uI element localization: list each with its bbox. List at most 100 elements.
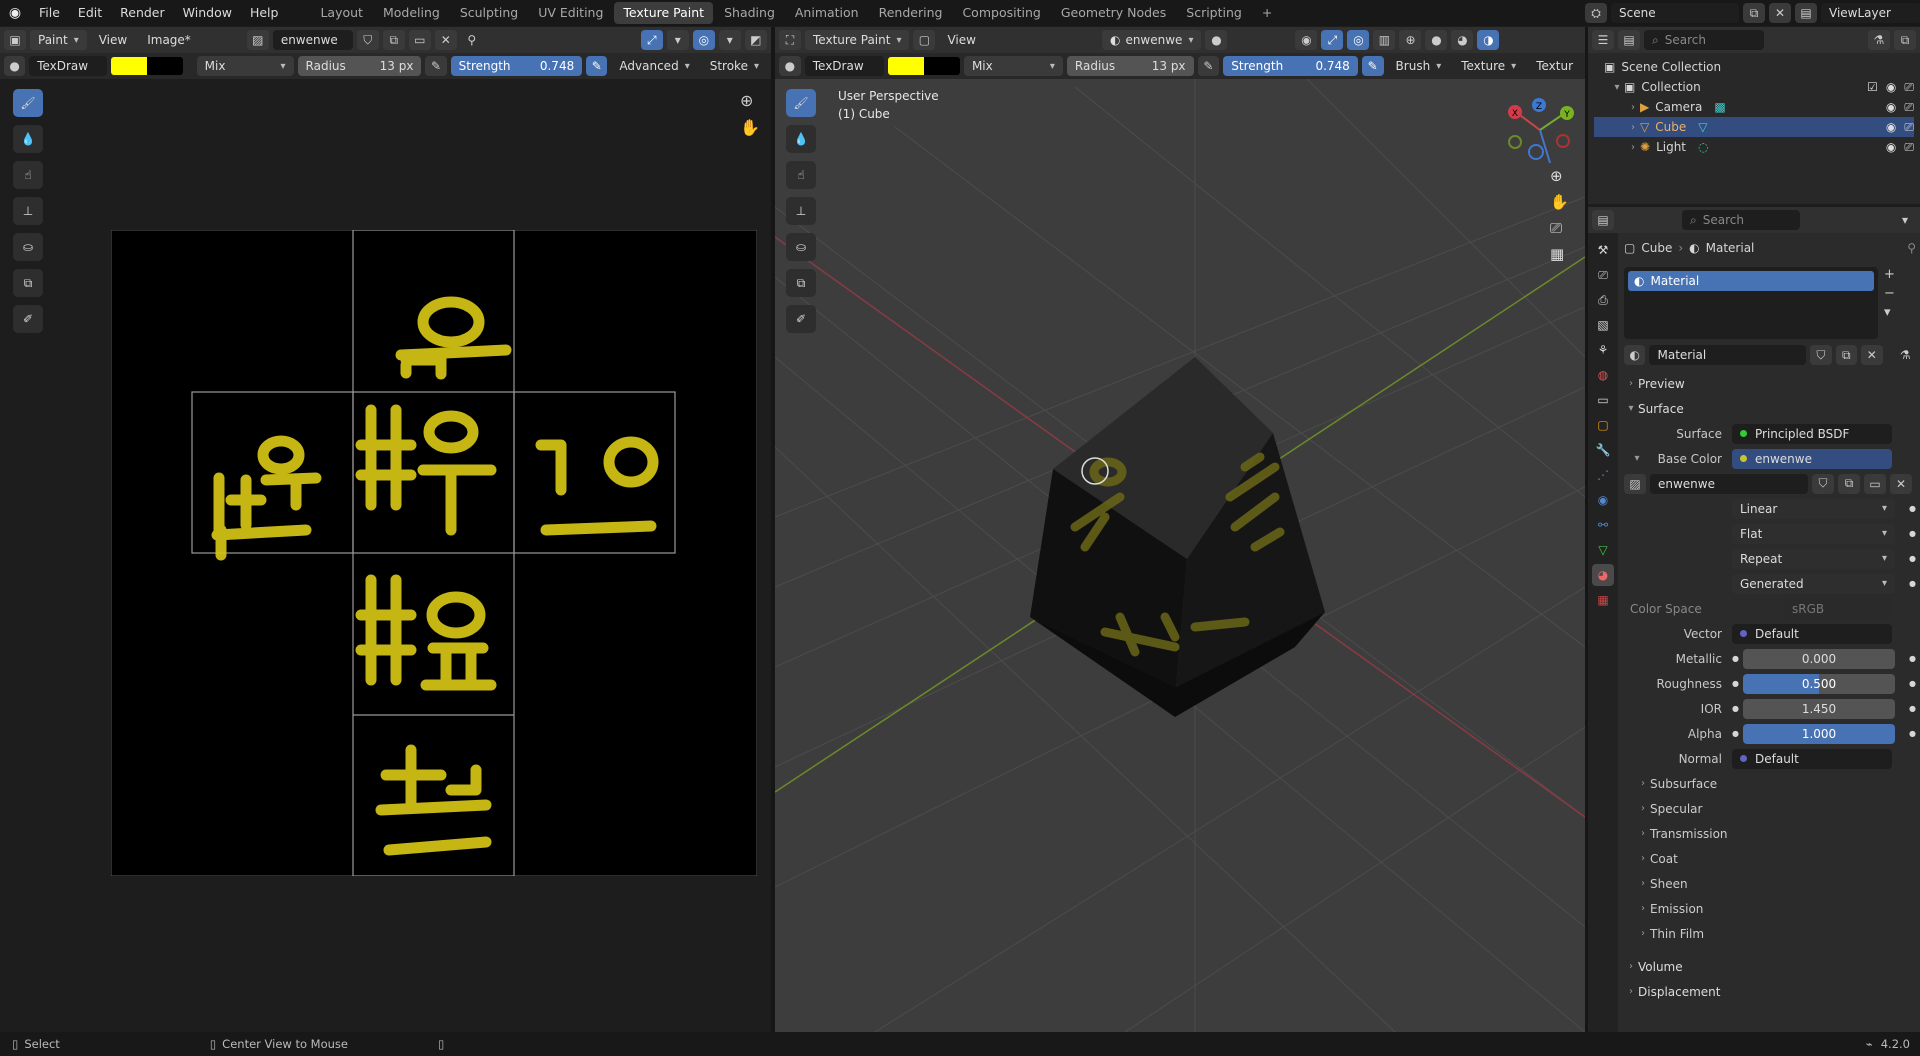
vp-zoom-icon[interactable]: ⊕ — [1550, 167, 1569, 185]
tab-animation[interactable]: Animation — [786, 2, 868, 24]
material-name-field[interactable]: Material — [1649, 345, 1807, 365]
vector-field[interactable]: Default — [1732, 623, 1892, 644]
viewport-overlay-icon[interactable]: ◎ — [1347, 30, 1370, 50]
keyframe-dot-icon[interactable]: ● — [1909, 529, 1916, 538]
pan-hand-icon[interactable]: ✋ — [740, 118, 760, 137]
viewport-image-dropdown[interactable]: ◐ enwenwe — [1101, 30, 1202, 50]
vp-mask-tool-icon[interactable]: ⧉ — [786, 269, 816, 297]
vp-ortho-grid-icon[interactable]: ▦ — [1550, 245, 1569, 263]
collapse-chevron-icon[interactable]: ▾ — [1610, 82, 1624, 93]
tab-compositing[interactable]: Compositing — [953, 2, 1049, 24]
material-copy-icon[interactable]: ⧉ — [1835, 345, 1858, 365]
cube-mesh[interactable] — [1030, 357, 1325, 717]
pin-icon[interactable]: ⚲ — [461, 30, 483, 50]
image-open-icon[interactable]: ▭ — [1864, 473, 1886, 494]
viewlayer-field[interactable]: ViewLayer — [1821, 3, 1920, 23]
eye-icon[interactable]: ◉ — [1886, 100, 1896, 115]
subpanel-transmission[interactable]: › Transmission — [1624, 821, 1916, 846]
strength-field[interactable]: Strength 0.748 — [450, 56, 583, 76]
radius-field[interactable]: Radius 13 px — [297, 56, 422, 76]
brush-dropdown[interactable]: Brush — [1388, 56, 1450, 76]
subpanel-specular[interactable]: › Specular — [1624, 796, 1916, 821]
constraints-tab-icon[interactable]: ⚯ — [1592, 514, 1614, 536]
stroke-dropdown[interactable]: Stroke — [702, 56, 767, 76]
annotate-tool-icon[interactable]: ✐ — [13, 305, 43, 333]
subpanel-coat[interactable]: › Coat — [1624, 846, 1916, 871]
tool-tab-icon[interactable]: ⚒ — [1592, 239, 1614, 261]
secondary-color-swatch[interactable] — [146, 57, 183, 75]
tab-rendering[interactable]: Rendering — [870, 2, 952, 24]
alpha-slider[interactable]: 1.000 — [1742, 723, 1896, 744]
render-camera-icon[interactable]: ⎚ — [1904, 100, 1914, 115]
keyframe-dot-icon[interactable]: ● — [1909, 554, 1916, 563]
render-camera-icon[interactable]: ⎚ — [1904, 140, 1914, 155]
tab-uv-editing[interactable]: UV Editing — [529, 2, 612, 24]
scene-field[interactable]: Scene — [1611, 3, 1739, 23]
image-browse-icon[interactable]: ▨ — [246, 30, 269, 50]
shading-wire-icon[interactable]: ⊕ — [1399, 30, 1422, 50]
menu-image[interactable]: Image* — [139, 30, 199, 50]
extension-dropdown[interactable]: Repeat — [1732, 548, 1896, 569]
view-layer-tab-icon[interactable]: ▧ — [1592, 314, 1614, 336]
shading-material-icon[interactable]: ◕ — [1451, 30, 1474, 50]
brush-settings-icon[interactable]: ● — [4, 56, 26, 76]
expand-chevron-icon[interactable]: › — [1626, 122, 1640, 133]
advanced-dropdown[interactable]: Advanced — [611, 56, 697, 76]
remove-slot-icon[interactable]: − — [1884, 286, 1895, 301]
scene-icon[interactable]: ⛭ — [1585, 3, 1607, 23]
outliner-item-light[interactable]: › ✺ Light ◌ ◉ ⎚ — [1594, 137, 1914, 157]
vp-camera-icon[interactable]: ⎚ — [1550, 219, 1569, 237]
particles-tab-icon[interactable]: ⋰ — [1592, 464, 1614, 486]
delete-scene-icon[interactable]: ✕ — [1769, 3, 1791, 23]
soften-tool-icon[interactable]: 💧 — [13, 125, 43, 153]
base-color-link-field[interactable]: enwenwe — [1732, 448, 1892, 469]
pin-icon[interactable]: ⚲ — [1907, 241, 1916, 255]
keyframe-dot-icon[interactable]: ● — [1909, 504, 1916, 513]
image-unlink-icon[interactable]: ✕ — [1890, 473, 1912, 494]
subpanel-sheen[interactable]: › Sheen — [1624, 871, 1916, 896]
add-workspace-button[interactable]: + — [1253, 2, 1281, 24]
viewport-brush-name-field[interactable]: TexDraw — [804, 56, 884, 76]
viewlayer-icon[interactable]: ▤ — [1795, 3, 1817, 23]
surface-shader-field[interactable]: Principled BSDF — [1732, 423, 1892, 444]
viewport-color-swatches[interactable] — [887, 57, 960, 75]
mask-tool-icon[interactable]: ⧉ — [13, 269, 43, 297]
material-filter-icon[interactable]: ⚗ — [1895, 345, 1916, 365]
collection-tab-icon[interactable]: ▭ — [1592, 389, 1614, 411]
menu-edit[interactable]: Edit — [69, 0, 111, 26]
fake-user-icon[interactable]: ⛉ — [356, 30, 379, 50]
vp-fill-tool-icon[interactable]: ⛀ — [786, 233, 816, 261]
viewport-brush-settings-icon[interactable]: ● — [779, 56, 801, 76]
expand-chevron-icon[interactable]: › — [1626, 142, 1640, 153]
open-image-icon[interactable]: ▭ — [408, 30, 431, 50]
output-tab-icon[interactable]: ⎙ — [1592, 289, 1614, 311]
brush-name-field[interactable]: TexDraw — [29, 56, 107, 76]
viewport-menu-view[interactable]: View — [939, 30, 983, 50]
3d-viewport[interactable]: ⛶ Texture Paint ▢ View ◐enwenwe ● ◉ ⤢ ◎ … — [775, 27, 1585, 1032]
outliner-item-camera[interactable]: › ▶ Camera ▩ ◉ ⎚ — [1594, 97, 1914, 117]
viewport-secondary-color-swatch[interactable] — [923, 57, 960, 75]
material-unlink-icon[interactable]: ✕ — [1861, 345, 1883, 365]
image-browse-icon[interactable]: ▨ — [1624, 473, 1646, 494]
add-slot-icon[interactable]: + — [1884, 267, 1895, 282]
menu-render[interactable]: Render — [111, 0, 174, 26]
navigation-gizmo[interactable]: X Z Y — [1505, 95, 1575, 170]
vp-annotate-tool-icon[interactable]: ✐ — [786, 305, 816, 333]
texture-tab-icon[interactable]: ▦ — [1592, 589, 1614, 611]
menu-view[interactable]: View — [91, 30, 135, 50]
vp-soften-tool-icon[interactable]: 💧 — [786, 125, 816, 153]
new-collection-icon[interactable]: ⧉ — [1894, 30, 1916, 50]
tab-texture-paint[interactable]: Texture Paint — [614, 2, 714, 24]
outliner-search[interactable]: ⌕ Search — [1644, 30, 1764, 50]
vp-draw-tool-icon[interactable]: 🖌 — [786, 89, 816, 117]
texture-mask-dropdown[interactable]: Textur — [1528, 56, 1581, 76]
new-scene-icon[interactable]: ⧉ — [1743, 3, 1765, 23]
clone-tool-icon[interactable]: ⊥ — [13, 197, 43, 225]
properties-options-icon[interactable]: ▾ — [1894, 210, 1916, 230]
zoom-icon[interactable]: ⊕ — [740, 91, 760, 110]
render-camera-icon[interactable]: ⎚ — [1904, 80, 1914, 95]
draw-tool-icon[interactable]: 🖌 — [13, 89, 43, 117]
keyframe-dot-icon[interactable]: ● — [1909, 579, 1916, 588]
roughness-slider[interactable]: 0.500 — [1742, 673, 1896, 694]
scene-collection-row[interactable]: ▣ Scene Collection — [1594, 57, 1914, 77]
